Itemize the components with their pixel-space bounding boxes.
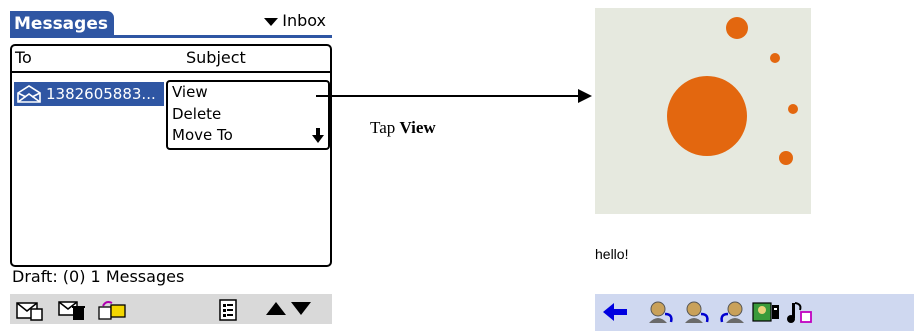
delete-message-icon[interactable] xyxy=(58,299,86,321)
menu-item-move-to[interactable]: Move To xyxy=(172,125,233,145)
caption-action: View xyxy=(399,118,436,137)
menu-scroll-down-icon[interactable] xyxy=(312,128,324,144)
title-bar: Messages Inbox xyxy=(10,8,332,38)
contact-icon-2[interactable] xyxy=(683,300,711,324)
message-list: To Subject 1382605883... View Delete Mov… xyxy=(10,44,332,267)
message-row[interactable]: 1382605883... xyxy=(14,82,164,106)
details-icon[interactable] xyxy=(214,299,242,321)
circle-dot-2 xyxy=(788,104,798,114)
column-subject: Subject xyxy=(186,48,246,67)
scroll-down-icon[interactable] xyxy=(291,302,311,315)
picture-attachment xyxy=(595,8,811,214)
orange-circles-image xyxy=(667,17,798,165)
header-divider xyxy=(12,71,330,73)
messages-screen: Messages Inbox To Subject 1382605883... … xyxy=(10,8,332,326)
menu-item-view[interactable]: View xyxy=(172,82,208,102)
title-underline xyxy=(10,35,332,38)
category-label: Inbox xyxy=(282,11,326,30)
popup-menu: View Delete Move To xyxy=(166,80,330,150)
message-viewer-screen: hello! xyxy=(595,8,914,331)
instruction-caption: Tap View xyxy=(370,118,436,138)
message-recipient: 1382605883... xyxy=(46,85,156,103)
circle-dot-1 xyxy=(770,53,780,63)
flow-arrow xyxy=(316,89,592,103)
open-envelope-icon xyxy=(17,85,41,103)
viewer-toolbar xyxy=(595,294,914,331)
circle-small-top xyxy=(726,17,748,39)
picture-icon[interactable] xyxy=(752,300,780,324)
category-picker[interactable]: Inbox xyxy=(264,11,326,30)
message-body: hello! xyxy=(595,246,629,262)
app-title[interactable]: Messages xyxy=(10,11,114,37)
contact-icon-3[interactable] xyxy=(718,300,746,324)
dropdown-arrow-icon xyxy=(264,17,279,26)
list-header: To Subject xyxy=(12,46,330,70)
menu-item-delete[interactable]: Delete xyxy=(172,104,221,124)
caption-prefix: Tap xyxy=(370,118,400,137)
move-to-folder-icon[interactable] xyxy=(98,299,126,321)
status-text: Draft: (0) 1 Messages xyxy=(12,267,185,286)
circle-dot-3 xyxy=(779,151,793,165)
command-bar xyxy=(10,294,332,324)
column-to: To xyxy=(15,48,32,67)
scroll-up-icon[interactable] xyxy=(266,302,286,315)
new-message-icon[interactable] xyxy=(16,299,44,321)
back-arrow-icon[interactable] xyxy=(601,300,629,324)
contact-icon-1[interactable] xyxy=(647,300,675,324)
circle-large xyxy=(667,76,747,156)
music-icon[interactable] xyxy=(785,300,813,324)
